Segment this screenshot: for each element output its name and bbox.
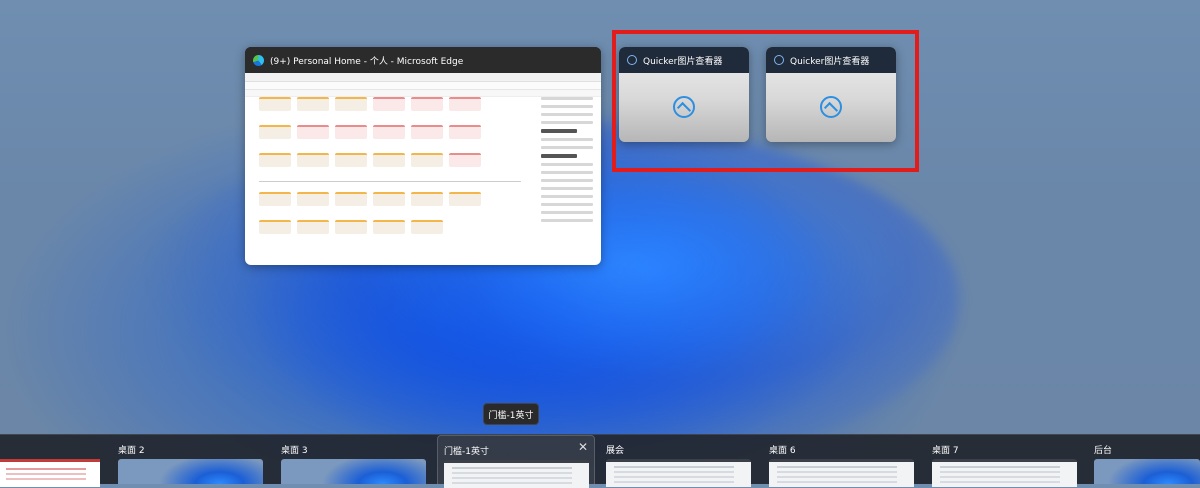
desktop-label: 桌面 3 xyxy=(281,446,308,456)
desktop-label: 后台 xyxy=(1094,446,1113,456)
edge-window-thumbnail[interactable]: (9+) Personal Home - 个人 - Microsoft Edge xyxy=(245,47,601,265)
desktop-label: 展会 xyxy=(606,446,625,456)
desktop-2[interactable]: 桌面 2 xyxy=(112,435,269,484)
page-preview-sidebar xyxy=(541,97,593,261)
desktop-7[interactable]: 桌面 7 xyxy=(926,435,1083,487)
browser-favorites-bar xyxy=(245,90,601,97)
edge-window-preview xyxy=(245,73,601,265)
desktop-thumbnail xyxy=(444,460,589,488)
tooltip-text: 门槛-1英寸 xyxy=(488,410,534,421)
page-preview-content xyxy=(259,97,521,261)
desktop-label: 门槛-1英寸 xyxy=(444,447,489,457)
desktop-thumbnail xyxy=(1094,459,1200,484)
desktop-label: 桌面 6 xyxy=(769,446,796,456)
desktop-5[interactable]: 展会 xyxy=(600,435,757,487)
desktop-name-tooltip: 门槛-1英寸 xyxy=(483,403,539,425)
desktop-6[interactable]: 桌面 6 xyxy=(763,435,920,487)
edge-window-title: (9+) Personal Home - 个人 - Microsoft Edge xyxy=(270,56,464,67)
desktop-3[interactable]: 桌面 3 xyxy=(275,435,432,484)
highlight-box xyxy=(612,30,919,172)
virtual-desktop-bar: 桌面 2 桌面 3 门槛-1英寸 ✕ 展会 桌面 6 桌面 7 后台 xyxy=(0,434,1200,488)
edge-icon xyxy=(253,54,264,66)
desktop-thumbnail xyxy=(281,459,426,484)
browser-tab-strip xyxy=(245,73,601,82)
close-icon[interactable]: ✕ xyxy=(578,440,588,454)
desktop-current[interactable]: 门槛-1英寸 ✕ xyxy=(437,435,595,488)
desktop-label: 桌面 7 xyxy=(932,446,959,456)
edge-window-titlebar: (9+) Personal Home - 个人 - Microsoft Edge xyxy=(245,47,601,73)
browser-address-bar xyxy=(245,82,601,90)
desktop-thumbnail xyxy=(118,459,263,484)
desktop-1[interactable] xyxy=(0,435,106,487)
desktop-8[interactable]: 后台 xyxy=(1088,435,1200,484)
desktop-label: 桌面 2 xyxy=(118,446,145,456)
